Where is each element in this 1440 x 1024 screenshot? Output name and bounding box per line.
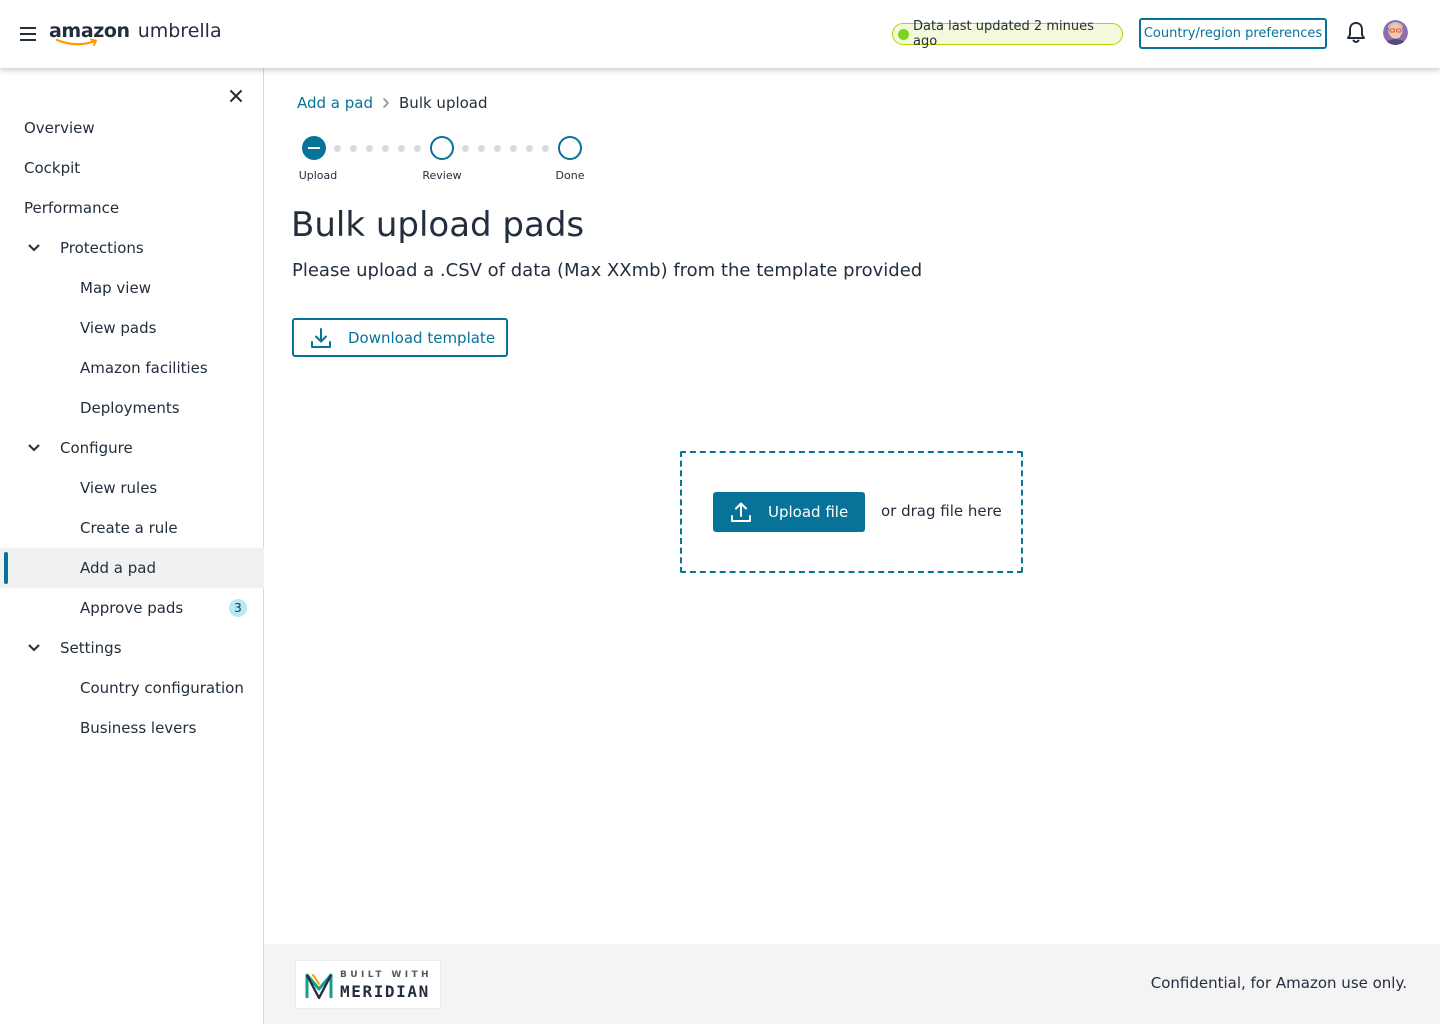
hamburger-menu-icon[interactable] [20,25,38,41]
built-with-text: BUILT WITH [340,970,432,980]
app-logo[interactable]: amazon umbrella [49,20,222,50]
breadcrumb: Add a pad Bulk upload [297,92,488,114]
upload-file-label: Upload file [768,503,849,521]
sidebar-item-overview[interactable]: Overview [0,108,264,148]
page-description: Please upload a .CSV of data (Max XXmb) … [292,260,923,281]
close-icon[interactable] [227,87,245,105]
sidebar-item-label: Performance [24,199,120,217]
confidential-notice: Confidential, for Amazon use only. [1150,974,1407,992]
step-done-indicator [558,136,582,160]
step-connector-dot [526,145,533,152]
download-icon [310,327,332,349]
sidebar-item-label: Business levers [80,719,197,737]
step-label-review: Review [422,169,462,182]
progress-stepper: Upload Review Done [290,135,600,185]
sidebar-item-protections[interactable]: Protections [0,228,264,268]
chevron-down-icon [24,438,44,458]
step-label-upload: Upload [298,169,338,182]
sidebar-item-country-configuration[interactable]: Country configuration [0,668,264,708]
step-upload-indicator [302,136,326,160]
step-connector-dot [398,145,405,152]
sidebar-item-map-view[interactable]: Map view [0,268,264,308]
sidebar-item-create-a-rule[interactable]: Create a rule [0,508,264,548]
sidebar-item-amazon-facilities[interactable]: Amazon facilities [0,348,264,388]
page-footer: BUILT WITH MERIDIAN Confidential, for Am… [264,944,1440,1024]
step-connector-dot [494,145,501,152]
chevron-right-icon [382,97,390,109]
sidebar-item-settings[interactable]: Settings [0,628,264,668]
status-dot-icon [898,28,909,40]
drag-file-hint: or drag file here [881,502,1002,520]
sidebar-item-add-a-pad[interactable]: Add a pad [0,548,264,588]
upload-icon [730,501,752,523]
sidebar-item-view-pads[interactable]: View pads [0,308,264,348]
step-connector-dot [414,145,421,152]
sidebar-item-label: Deployments [80,399,180,417]
data-updated-status: Data last updated 2 minues ago [892,19,1123,49]
top-header: amazon umbrella Data last updated 2 minu… [0,0,1440,68]
amazon-smile-icon [55,38,97,46]
bell-icon[interactable] [1345,21,1367,45]
built-with-meridian-badge[interactable]: BUILT WITH MERIDIAN [295,960,441,1009]
chevron-down-icon [24,638,44,658]
breadcrumb-link-add-a-pad[interactable]: Add a pad [297,94,373,112]
step-connector-dot [478,145,485,152]
step-review-indicator [430,136,454,160]
sidebar-item-label: View pads [80,319,157,337]
breadcrumb-current: Bulk upload [399,94,488,112]
sidebar-item-performance[interactable]: Performance [0,188,264,228]
sidebar-item-label: Configure [60,439,133,457]
page-title: Bulk upload pads [291,205,585,245]
sidebar-item-label: View rules [80,479,158,497]
step-connector-dot [462,145,469,152]
sidebar-item-configure[interactable]: Configure [0,428,264,468]
sidebar-item-deployments[interactable]: Deployments [0,388,264,428]
sidebar-item-view-rules[interactable]: View rules [0,468,264,508]
logo-product: umbrella [137,20,222,42]
sidebar-nav: Overview Cockpit Performance Protections… [0,68,264,1024]
step-connector-dot [350,145,357,152]
step-connector-dot [510,145,517,152]
sidebar-item-label: Add a pad [80,559,157,577]
sidebar-item-label: Protections [60,239,144,257]
step-label-done: Done [555,169,585,182]
sidebar-item-cockpit[interactable]: Cockpit [0,148,264,188]
user-avatar[interactable] [1383,20,1408,45]
sidebar-item-approve-pads[interactable]: Approve pads 3 [0,588,264,628]
sidebar-item-label: Create a rule [80,519,178,537]
download-template-label: Download template [348,328,496,347]
sidebar-item-label: Overview [24,119,95,137]
sidebar-item-business-levers[interactable]: Business levers [0,708,264,748]
step-connector-dot [542,145,549,152]
sidebar-item-label: Map view [80,279,151,297]
upload-file-button[interactable]: Upload file [713,492,865,532]
chevron-down-icon [24,238,44,258]
meridian-text: MERIDIAN [340,982,430,1001]
sidebar-item-label: Amazon facilities [80,359,208,377]
sidebar-item-label: Approve pads [80,599,184,617]
status-text: Data last updated 2 minues ago [912,19,1094,49]
count-badge: 3 [229,599,247,617]
step-connector-dot [366,145,373,152]
meridian-logo-icon [305,973,333,1000]
step-connector-dot [334,145,341,152]
sidebar-item-label: Settings [60,639,122,657]
download-template-button[interactable]: Download template [292,318,508,357]
country-region-preferences-button[interactable]: Country/region preferences [1139,18,1327,49]
file-dropzone[interactable]: Upload file or drag file here [680,451,1023,573]
step-connector-dot [382,145,389,152]
sidebar-item-label: Country configuration [80,679,244,697]
sidebar-item-label: Cockpit [24,159,81,177]
